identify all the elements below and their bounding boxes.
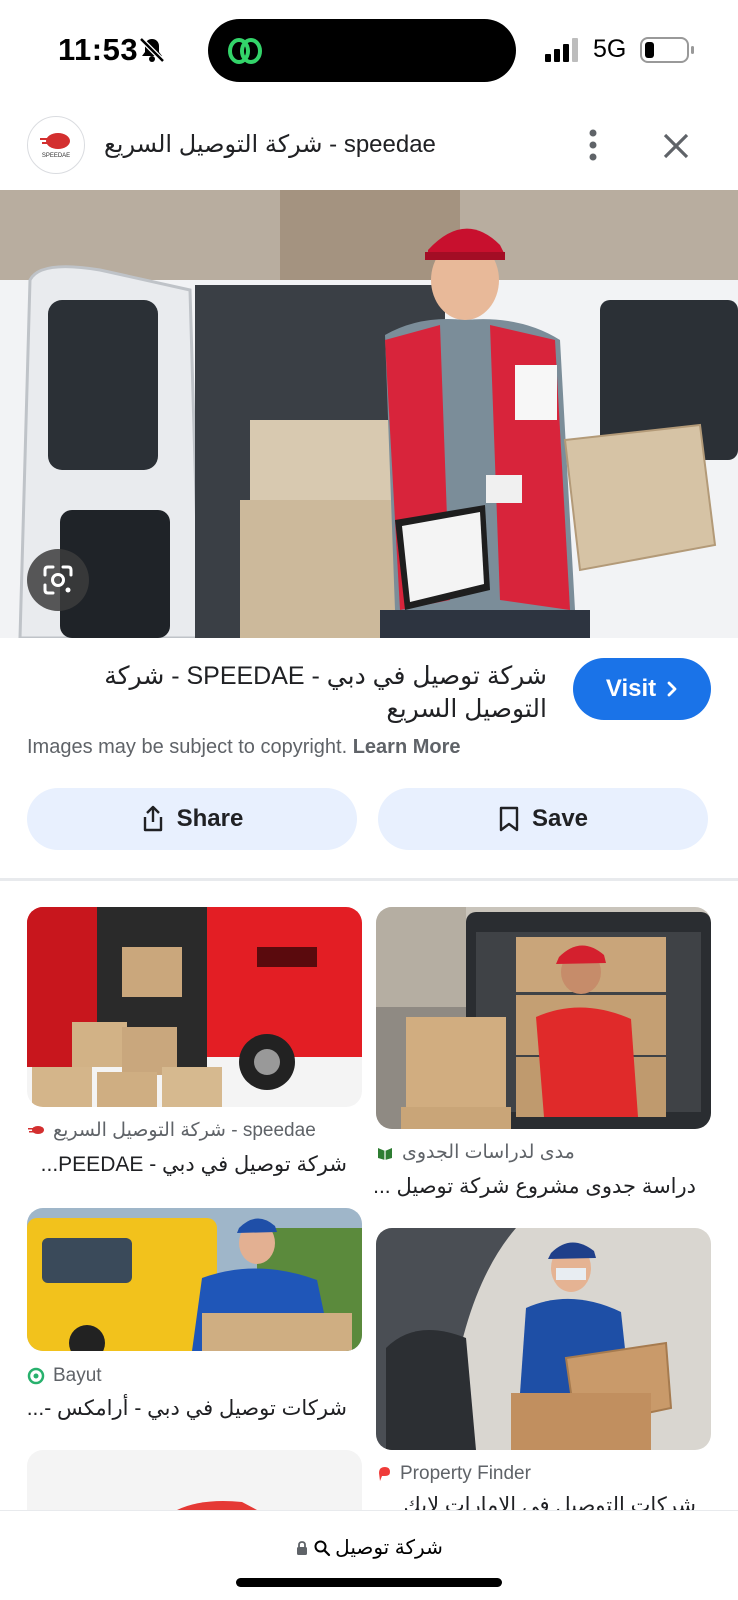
close-icon[interactable]: [660, 130, 692, 162]
lock-icon: [297, 1540, 308, 1555]
related-source: Bayut: [27, 1365, 102, 1387]
battery-icon: [640, 37, 694, 63]
bookmark-icon: [499, 806, 519, 832]
search-icon: [314, 1540, 331, 1556]
delivery-red-shirt-photo: [376, 907, 711, 1129]
bottom-url-bar[interactable]: شركة توصيل: [0, 1510, 738, 1600]
visit-label: Visit: [605, 675, 657, 702]
red-van-photo: [27, 907, 362, 1107]
delivery-man-photo: [0, 190, 738, 638]
save-label: Save: [531, 805, 589, 832]
threads-app-icon: [228, 38, 262, 64]
related-source: Property Finder: [376, 1463, 531, 1485]
courier-car-photo: [376, 1228, 711, 1450]
site-title: شركة التوصيل السريع - speedae: [104, 131, 436, 158]
bell-slash-icon: [139, 37, 165, 63]
related-source-label: Property Finder: [400, 1463, 531, 1484]
copyright-notice: Images may be subject to copyright. Lear…: [27, 736, 461, 759]
dynamic-island: [208, 19, 516, 82]
related-image[interactable]: [27, 1208, 362, 1351]
speedae-logo-icon: [28, 1125, 44, 1134]
partial-photo: [27, 1450, 362, 1510]
related-image[interactable]: [27, 1450, 362, 1510]
speedae-logo-icon: SPEEDAE: [40, 133, 70, 159]
related-title[interactable]: شركات توصيل في دبي - أرامكس -...: [27, 1396, 347, 1421]
save-button[interactable]: Save: [378, 788, 708, 850]
share-icon: [143, 805, 162, 832]
bayut-logo-icon: [27, 1367, 45, 1385]
related-title[interactable]: دراسة جدوى مشروع شركة توصيل ...: [373, 1174, 696, 1199]
viewer-header: SPEEDAE شركة التوصيل السريع - speedae: [0, 110, 738, 190]
main-image[interactable]: [0, 190, 738, 638]
visit-button[interactable]: Visit: [573, 658, 711, 720]
speedae-logo-text: SPEEDAE: [42, 153, 70, 159]
related-source: مدى لدراسات الجدوى: [376, 1141, 575, 1164]
result-title[interactable]: شركة توصيل في دبي - SPEEDAE - شركة التوص…: [27, 660, 547, 726]
more-options-icon[interactable]: [580, 128, 606, 162]
related-card[interactable]: Property Finder شركات التوصيل في الإمارا…: [376, 1228, 711, 1517]
related-image[interactable]: [27, 907, 362, 1107]
related-image[interactable]: [376, 907, 711, 1129]
related-card[interactable]: Bayut شركات توصيل في دبي - أرامكس -...: [27, 1208, 362, 1423]
related-title[interactable]: شركة توصيل في دبي - PEEDAE...: [27, 1152, 347, 1177]
chevron-right-icon: [667, 681, 677, 697]
search-query-bar[interactable]: شركة توصيل: [0, 1535, 738, 1560]
signal-icon: [545, 38, 578, 62]
related-card[interactable]: شركة التوصيل السريع - speedae شركة توصيل…: [27, 907, 362, 1187]
related-image[interactable]: [376, 1228, 711, 1450]
propertyfinder-logo-icon: [379, 1467, 390, 1481]
status-time: 11:53: [58, 32, 139, 67]
yellow-van-photo: [27, 1208, 362, 1351]
section-divider: [0, 878, 738, 881]
lens-icon: [43, 565, 73, 595]
related-card[interactable]: [27, 1450, 362, 1510]
related-source-label: شركة التوصيل السريع - speedae: [53, 1120, 316, 1141]
related-source: شركة التوصيل السريع - speedae: [27, 1119, 316, 1142]
status-bar: 11:53 5G: [0, 0, 738, 100]
related-card[interactable]: مدى لدراسات الجدوى دراسة جدوى مشروع شركة…: [373, 907, 711, 1207]
copyright-text: Images may be subject to copyright.: [27, 736, 348, 758]
mada-logo-icon: [378, 1147, 392, 1160]
home-indicator[interactable]: [236, 1578, 502, 1587]
share-label: Share: [176, 805, 244, 832]
related-source-label: مدى لدراسات الجدوى: [402, 1142, 575, 1163]
learn-more-link[interactable]: Learn More: [353, 736, 461, 758]
network-label: 5G: [593, 35, 627, 63]
search-query: شركة توصيل: [335, 1537, 443, 1559]
google-lens-button[interactable]: [27, 549, 89, 611]
site-avatar[interactable]: SPEEDAE: [27, 116, 85, 174]
share-button[interactable]: Share: [27, 788, 357, 850]
related-source-label: Bayut: [53, 1365, 102, 1386]
